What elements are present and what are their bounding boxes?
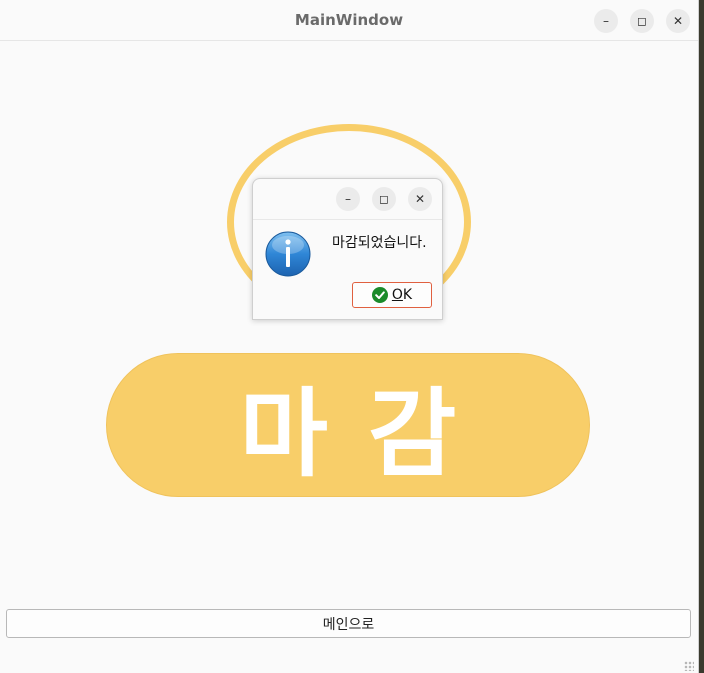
dialog-close-button[interactable]: ✕	[408, 187, 432, 211]
dialog-maximize-button[interactable]: ◻	[372, 187, 396, 211]
maximize-icon: ◻	[379, 192, 389, 206]
close-icon: ✕	[414, 192, 426, 206]
main-window: MainWindow – ◻ ✕ 마감 메인으로	[0, 0, 699, 673]
maximize-button[interactable]: ◻	[630, 9, 654, 33]
dialog-minimize-button[interactable]: –	[336, 187, 360, 211]
minimize-button[interactable]: –	[594, 9, 618, 33]
minimize-icon: –	[345, 192, 351, 206]
check-icon	[371, 287, 388, 303]
dialog-title-bar[interactable]: – ◻ ✕	[253, 179, 442, 220]
resize-grip[interactable]	[684, 661, 694, 671]
back-to-main-label: 메인으로	[322, 616, 375, 633]
maximize-icon: ◻	[637, 14, 647, 28]
ok-label: OK	[391, 287, 413, 303]
info-icon	[265, 231, 311, 277]
ok-button[interactable]: OK	[352, 282, 432, 308]
close-icon: ✕	[672, 14, 684, 28]
minimize-icon: –	[603, 14, 609, 28]
dialog-message: 마감되었습니다.	[332, 235, 427, 251]
stamp-text: 마감	[239, 377, 497, 490]
back-to-main-button[interactable]: 메인으로	[6, 609, 691, 638]
close-button[interactable]: ✕	[666, 9, 690, 33]
title-bar[interactable]: MainWindow – ◻ ✕	[0, 0, 698, 41]
closed-stamp: 마감	[106, 353, 590, 497]
info-dialog: – ◻ ✕ 마감되었습니다. OK	[252, 178, 443, 320]
